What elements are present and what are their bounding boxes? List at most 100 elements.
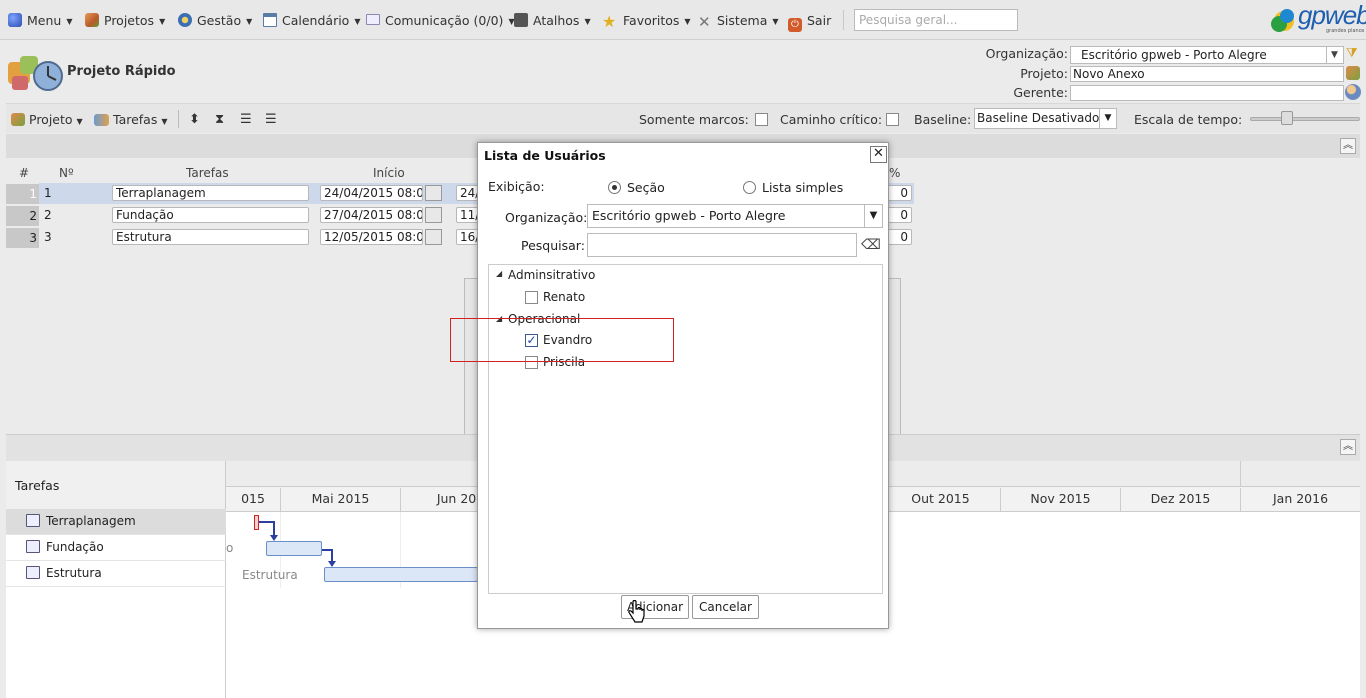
gantt-bar-fundacao[interactable] xyxy=(266,541,322,556)
menu-projetos[interactable]: Projetos ▼ xyxy=(85,12,165,30)
user-list-dialog: Lista de Usuários ✕ Exibição: Seção List… xyxy=(477,142,889,629)
project-field[interactable]: Novo Anexo xyxy=(1070,66,1344,82)
dialog-search-input[interactable] xyxy=(587,233,857,257)
tree-group-label[interactable]: Adminsitrativo xyxy=(508,268,595,282)
menu-menu[interactable]: Menu ▼ xyxy=(8,12,72,30)
logo-tagline: grandes planos xyxy=(1326,28,1365,34)
mail-icon xyxy=(366,14,380,25)
gantt-task-row[interactable]: Estrutura xyxy=(6,561,226,587)
org-select[interactable]: Escritório gpweb - Porto Alegre xyxy=(1070,46,1344,64)
search-label: Pesquisar: xyxy=(521,238,585,253)
menu-gestao[interactable]: Gestão ▼ xyxy=(178,12,252,30)
time-scale-slider-handle[interactable] xyxy=(1281,111,1293,125)
menu-sair[interactable]: ⏻ Sair xyxy=(788,12,831,32)
close-icon[interactable]: ✕ xyxy=(870,146,887,163)
page-title: Projeto Rápido xyxy=(67,64,176,79)
row-index: 1 xyxy=(6,184,39,204)
gantt-tasks-header-label: Tarefas xyxy=(15,478,60,493)
gantt-task-label: Estrutura xyxy=(46,566,102,580)
row-index: 2 xyxy=(6,206,39,226)
gantt-task-row[interactable]: Fundação xyxy=(6,535,226,561)
task-icon xyxy=(26,514,40,527)
menu-sistema[interactable]: ✕ Sistema ▼ xyxy=(698,12,779,30)
projeto-menu-button[interactable]: Projeto ▼ xyxy=(11,112,83,127)
filter-icon[interactable]: ⧩ xyxy=(1346,46,1362,62)
calendar-icon[interactable] xyxy=(425,185,442,201)
start-date-cell[interactable]: 24/04/2015 08:00 xyxy=(320,185,423,201)
move-updown-icon[interactable]: ⬍ xyxy=(189,112,200,127)
toolbar-divider xyxy=(178,110,179,128)
radio-secao[interactable] xyxy=(608,181,621,194)
gantt-bar-label: Estrutura xyxy=(242,568,298,582)
highlight-annotation-box xyxy=(450,318,674,362)
project-puzzle-clock-icon xyxy=(6,52,66,94)
tasks-icon xyxy=(94,114,109,126)
baseline-label: Baseline: xyxy=(914,112,972,127)
caminho-critico-checkbox[interactable] xyxy=(886,113,899,126)
indent-icon[interactable]: ☰ xyxy=(265,112,277,127)
escala-label: Escala de tempo: xyxy=(1134,112,1243,127)
baseline-select[interactable]: Baseline Desativado xyxy=(974,108,1117,129)
star-icon: ★ xyxy=(602,12,617,31)
top-menu-bar: Menu ▼ Projetos ▼ Gestão ▼ Calendário ▼ Comu… xyxy=(0,0,1366,40)
percent-cell[interactable]: 0 xyxy=(886,207,912,223)
radio-lista-simples-label[interactable]: Lista simples xyxy=(762,180,843,195)
manager-field[interactable] xyxy=(1070,85,1344,101)
task-name-cell[interactable]: Fundação xyxy=(112,207,309,223)
calendar-icon[interactable] xyxy=(425,207,442,223)
row-number: 2 xyxy=(44,208,52,222)
menu-favoritos[interactable]: ★ Favoritos ▼ xyxy=(602,12,691,30)
gantt-task-label: Fundação xyxy=(46,540,104,554)
user-label[interactable]: Renato xyxy=(543,290,585,304)
outdent-icon[interactable]: ☰ xyxy=(240,112,252,127)
hand-cursor-icon xyxy=(628,600,645,623)
gantt-toolbar: Projeto ▼ Tarefas ▼ ⬍ ⧗ ☰ ☰ Somente marc… xyxy=(6,103,1360,133)
chevron-down-icon[interactable]: ▼ xyxy=(1099,109,1116,128)
project-puzzle-icon xyxy=(11,113,25,126)
percent-cell[interactable]: 0 xyxy=(886,229,912,245)
power-icon: ⏻ xyxy=(788,18,802,32)
menu-calendario[interactable]: Calendário ▼ xyxy=(263,12,360,30)
start-date-cell[interactable]: 27/04/2015 08:00 xyxy=(320,207,423,223)
radio-secao-label[interactable]: Seção xyxy=(627,180,665,195)
collapse-icon[interactable]: ⧗ xyxy=(215,112,224,127)
user-checkbox-renato[interactable] xyxy=(525,291,538,304)
menu-comunicacao[interactable]: Comunicação (0/0) ▼ xyxy=(366,12,515,30)
exibicao-label: Exibição: xyxy=(488,179,545,194)
baseline-select-value: Baseline Desativado xyxy=(977,111,1100,125)
dialog-org-select[interactable]: Escritório gpweb - Porto Alegre xyxy=(587,204,883,228)
collapse-up-icon[interactable]: ︽ xyxy=(1340,138,1356,154)
menu-divider xyxy=(843,10,844,30)
global-search-input[interactable]: Pesquisa geral... xyxy=(854,9,1018,31)
radio-lista-simples[interactable] xyxy=(743,181,756,194)
gantt-bar-label: o xyxy=(226,541,234,555)
logo-text: gpweb xyxy=(1298,0,1366,30)
gantt-task-row[interactable]: Terraplanagem xyxy=(6,509,226,535)
collapse-up-icon[interactable]: ︽ xyxy=(1340,439,1356,455)
chevron-down-icon[interactable]: ▼ xyxy=(864,205,882,227)
percent-cell[interactable]: 0 xyxy=(886,185,912,201)
eraser-icon[interactable]: ⌫ xyxy=(860,234,882,256)
expand-triangle-icon[interactable]: ◢ xyxy=(496,269,502,278)
chevron-down-icon[interactable]: ▼ xyxy=(1326,47,1342,63)
gantt-task-label: Terraplanagem xyxy=(46,514,136,528)
org-select-value: Escritório gpweb - Porto Alegre xyxy=(1081,48,1267,62)
org-label: Organização: xyxy=(505,210,588,225)
task-name-cell[interactable]: Terraplanagem xyxy=(112,185,309,201)
month-header: 015 xyxy=(241,491,265,506)
calendar-icon[interactable] xyxy=(425,229,442,245)
col-header-percent: % xyxy=(889,166,901,180)
project-select-icon[interactable] xyxy=(1346,66,1360,80)
users-icon[interactable] xyxy=(1345,84,1361,100)
menu-atalhos[interactable]: Atalhos ▼ xyxy=(514,12,591,30)
start-date-cell[interactable]: 12/05/2015 08:00 xyxy=(320,229,423,245)
gantt-bar-estrutura[interactable] xyxy=(324,567,478,582)
month-header: Out 2015 xyxy=(880,488,1000,512)
gpweb-logo: gpweb grandes planos xyxy=(1270,0,1366,38)
somente-marcos-checkbox[interactable] xyxy=(755,113,768,126)
tarefas-menu-button[interactable]: Tarefas ▼ xyxy=(94,112,168,127)
task-icon xyxy=(26,540,40,553)
task-name-cell[interactable]: Estrutura xyxy=(112,229,309,245)
time-scale-slider[interactable] xyxy=(1250,117,1360,121)
cancel-button[interactable]: Cancelar xyxy=(692,595,759,619)
